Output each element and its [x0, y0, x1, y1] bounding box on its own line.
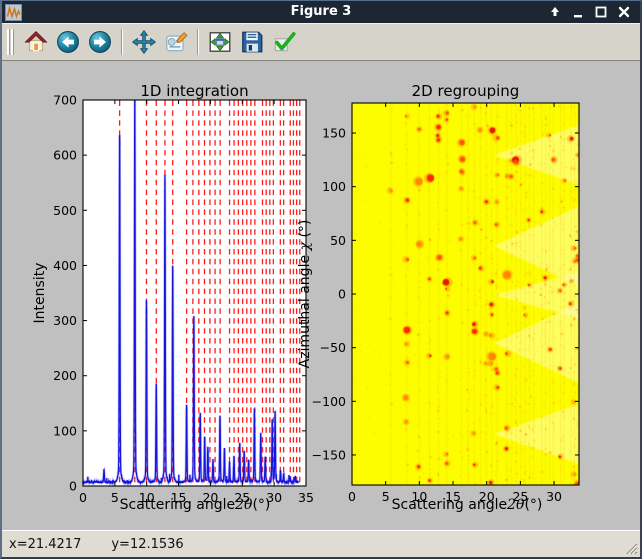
apply-check-button[interactable] — [269, 27, 299, 57]
configure-subplots-icon — [207, 29, 233, 55]
toolbar-separator — [197, 29, 199, 55]
figure-window: Figure 3 — [0, 0, 642, 559]
check-icon — [271, 29, 297, 55]
svg-text:700: 700 — [53, 93, 77, 108]
svg-text:400: 400 — [53, 258, 77, 273]
svg-text:600: 600 — [53, 148, 77, 163]
close-button[interactable] — [616, 4, 632, 20]
svg-text:500: 500 — [53, 203, 77, 218]
svg-text:0: 0 — [348, 489, 356, 504]
svg-text:0: 0 — [338, 287, 346, 302]
right-axes: 051015202530−150−100−50050100150 — [312, 103, 579, 504]
pan-button[interactable] — [129, 27, 159, 57]
edit-parameters-button[interactable] — [161, 27, 191, 57]
window-controls — [547, 4, 632, 20]
toolbar-handle[interactable] — [7, 29, 14, 55]
back-icon — [55, 29, 81, 55]
statusbar: x=21.4217 y=12.1536 — [2, 530, 640, 557]
svg-text:−100: −100 — [312, 394, 346, 409]
back-button[interactable] — [53, 27, 83, 57]
forward-button[interactable] — [85, 27, 115, 57]
left-plot-ylabel: Intensity — [32, 263, 48, 324]
minimize-button[interactable] — [570, 4, 586, 20]
right-plot-title: 2D regrouping — [352, 82, 579, 100]
svg-text:200: 200 — [53, 368, 77, 383]
svg-text:35: 35 — [298, 490, 314, 505]
left-plot-xlabel: Scattering angle 2θ (°) — [194, 497, 196, 513]
svg-text:150: 150 — [322, 126, 346, 141]
cursor-y-readout: y=12.1536 — [111, 537, 183, 552]
svg-text:300: 300 — [53, 313, 77, 328]
right-plot-xlabel: Scattering angle 2θ (°) — [466, 497, 468, 513]
window-title: Figure 3 — [2, 1, 640, 23]
shade-button[interactable] — [547, 4, 563, 20]
resize-grip[interactable] — [624, 541, 638, 555]
titlebar[interactable]: Figure 3 — [2, 1, 640, 23]
cursor-x-readout: x=21.4217 — [9, 537, 81, 552]
figure-canvas[interactable]: 0510152025303501002003004005006007000510… — [2, 61, 640, 530]
app-icon — [5, 4, 22, 21]
svg-text:5: 5 — [111, 490, 119, 505]
home-button[interactable] — [21, 27, 51, 57]
save-button[interactable] — [237, 27, 267, 57]
pan-icon — [131, 29, 157, 55]
left-plot-title: 1D integration — [83, 82, 306, 100]
svg-text:5: 5 — [382, 489, 390, 504]
configure-subplots-button[interactable] — [205, 27, 235, 57]
right-plot-ylabel: Azimuthal angle χ (°) — [297, 220, 313, 369]
svg-text:−150: −150 — [312, 447, 346, 462]
svg-text:0: 0 — [79, 490, 87, 505]
save-icon — [239, 29, 265, 55]
svg-text:0: 0 — [69, 479, 77, 494]
plots-svg: 0510152025303501002003004005006007000510… — [2, 61, 640, 530]
toolbar-separator — [121, 29, 123, 55]
edit-parameters-icon — [163, 29, 189, 55]
home-icon — [23, 29, 49, 55]
toolbar — [2, 23, 640, 61]
maximize-button[interactable] — [593, 4, 609, 20]
svg-text:100: 100 — [322, 179, 346, 194]
svg-text:50: 50 — [330, 233, 346, 248]
forward-icon — [87, 29, 113, 55]
svg-text:30: 30 — [546, 489, 562, 504]
svg-text:−50: −50 — [320, 340, 346, 355]
svg-text:100: 100 — [53, 423, 77, 438]
